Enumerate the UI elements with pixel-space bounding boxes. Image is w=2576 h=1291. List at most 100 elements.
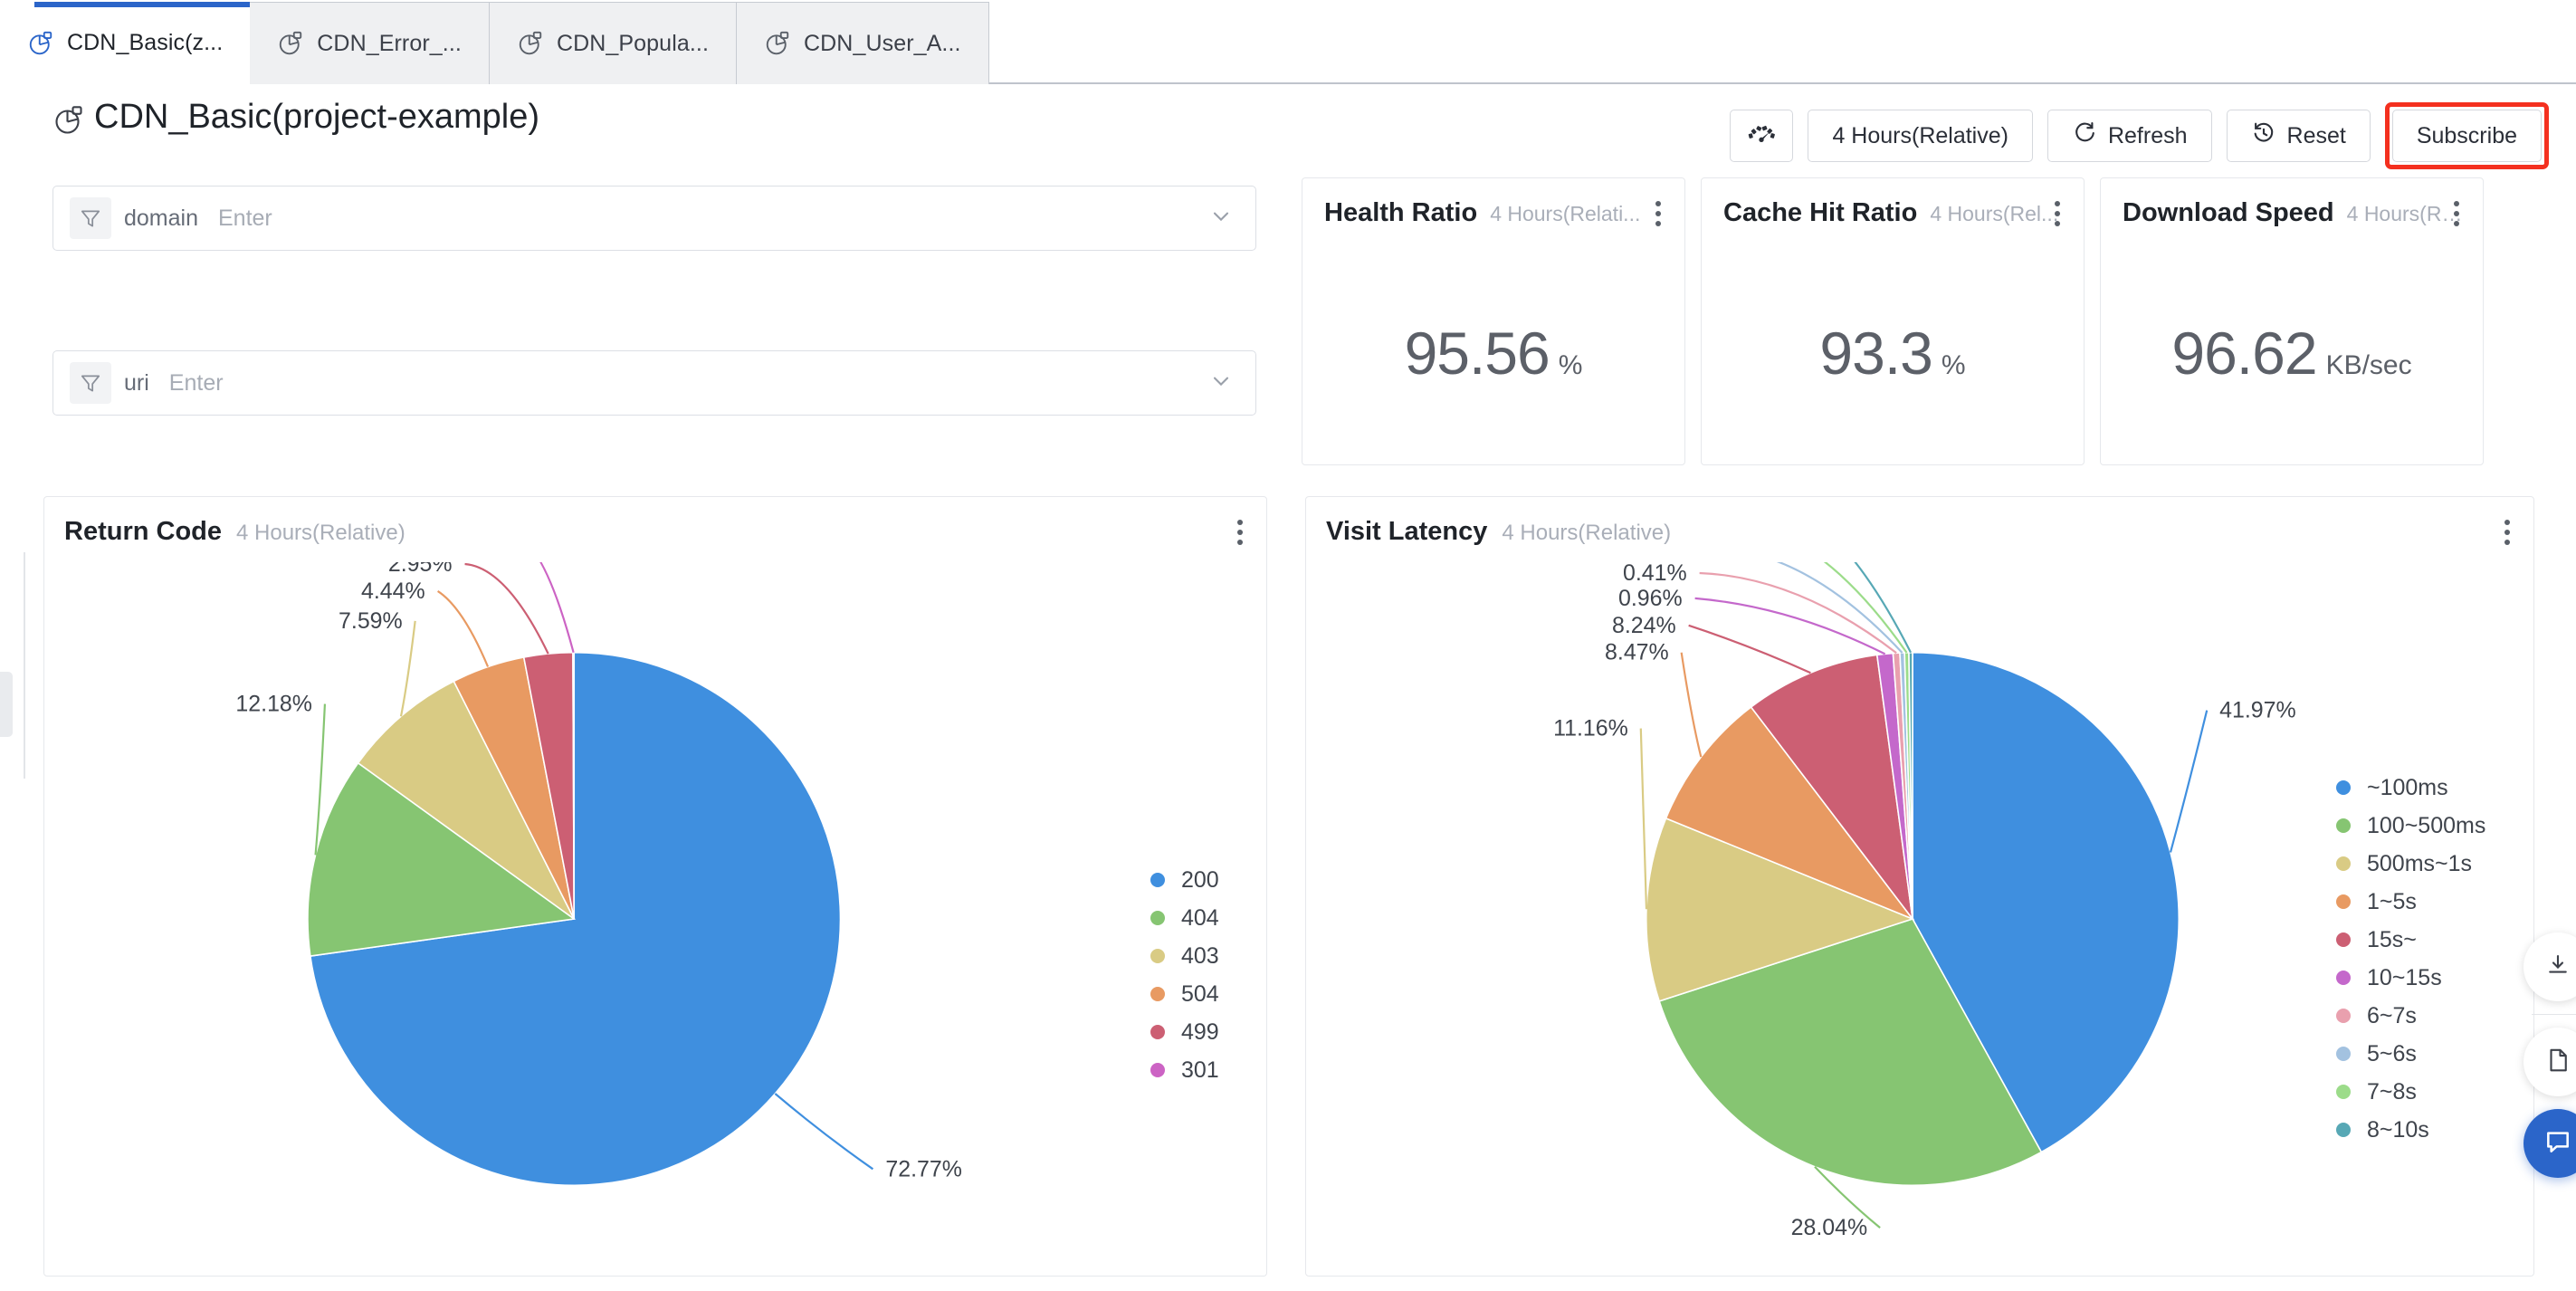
- kebab-menu-icon[interactable]: [1646, 196, 1670, 231]
- legend-item-visit-latency[interactable]: 7~8s: [2336, 1073, 2485, 1111]
- tab-label: CDN_Popula...: [556, 30, 709, 56]
- metric-unit: %: [1558, 350, 1583, 380]
- chart-time-range: 4 Hours(Relative): [236, 521, 405, 545]
- legend-item-visit-latency[interactable]: 10~15s: [2336, 959, 2485, 997]
- tab-cdn-error[interactable]: CDN_Error_...: [250, 2, 490, 84]
- legend-item-visit-latency[interactable]: 15s~: [2336, 921, 2485, 959]
- chat-support-button[interactable]: [2524, 1109, 2576, 1178]
- legend-item-visit-latency[interactable]: 5~6s: [2336, 1035, 2485, 1073]
- chevron-down-icon[interactable]: [1208, 204, 1234, 234]
- tab-label: CDN_Basic(z...: [67, 30, 224, 55]
- pie-slice-label: 41.97%: [2219, 698, 2296, 723]
- chat-support-icon: [2543, 1127, 2572, 1161]
- metric-card-cache-hit-ratio: Cache Hit Ratio 4 Hours(Rel... 93.3 %: [1701, 177, 2085, 465]
- legend-label: 404: [1181, 904, 1219, 931]
- legend-label: 499: [1181, 1018, 1219, 1045]
- pie-leader-line: [399, 620, 416, 717]
- legend-label: 504: [1181, 980, 1219, 1007]
- pie-slice-label: 12.18%: [235, 692, 312, 717]
- filter-uri[interactable]: uri Enter: [52, 350, 1256, 416]
- kebab-menu-icon[interactable]: [2445, 196, 2468, 231]
- pie-slice-label: 72.77%: [885, 1156, 962, 1181]
- legend-color-swatch: [2336, 1047, 2351, 1061]
- chevron-down-icon[interactable]: [1208, 368, 1234, 398]
- legend-item-return-code[interactable]: 404: [1150, 899, 1219, 937]
- legend-item-return-code[interactable]: 499: [1150, 1013, 1219, 1051]
- filter-domain[interactable]: domain Enter: [52, 186, 1256, 251]
- time-range-button[interactable]: 4 Hours(Relative): [1808, 110, 2033, 162]
- chart-panel-visit-latency: Visit Latency 4 Hours(Relative) 41.97% 28…: [1305, 496, 2534, 1277]
- tab-cdn-popular[interactable]: CDN_Popula...: [489, 2, 737, 84]
- metric-title: Cache Hit Ratio: [1723, 198, 1918, 227]
- pie-leader-line: [1639, 728, 1648, 910]
- metric-title: Download Speed: [2123, 198, 2334, 227]
- funnel-icon: [70, 197, 111, 239]
- chart-panel-return-code: Return Code 4 Hours(Relative) 72.77% 12.1…: [43, 496, 1267, 1277]
- tab-cdn-user-agent[interactable]: CDN_User_A...: [737, 2, 989, 84]
- legend-label: 500ms~1s: [2367, 850, 2473, 876]
- tab-cdn-basic[interactable]: CDN_Basic(z...: [0, 2, 251, 84]
- legend-item-return-code[interactable]: 403: [1150, 937, 1219, 975]
- legend-label: 7~8s: [2367, 1078, 2417, 1105]
- tab-label: CDN_Error_...: [317, 30, 462, 56]
- pie-chart-return-code[interactable]: 72.77%12.18%7.59%4.44%2.95%0.07%: [44, 562, 1266, 1276]
- pie-chart-icon: [517, 30, 544, 57]
- filter-key-label: uri: [124, 369, 149, 396]
- legend-item-visit-latency[interactable]: 1~5s: [2336, 883, 2485, 921]
- legend-item-visit-latency[interactable]: 8~10s: [2336, 1111, 2485, 1149]
- feedback-button[interactable]: [2524, 932, 2576, 1001]
- uri-input[interactable]: Enter: [169, 370, 224, 397]
- metric-card-download-speed: Download Speed 4 Hours(Rel... 96.62 KB/s…: [2100, 177, 2484, 465]
- legend-label: 8~10s: [2367, 1116, 2429, 1143]
- pie-slice-label: 0.41%: [1623, 562, 1687, 586]
- legend-label: 200: [1181, 866, 1219, 893]
- pie-chart-icon: [27, 30, 54, 57]
- legend-color-swatch: [2336, 780, 2351, 795]
- refresh-label: Refresh: [2107, 122, 2188, 148]
- document-button[interactable]: [2524, 1028, 2576, 1096]
- legend-item-visit-latency[interactable]: ~100ms: [2336, 769, 2485, 807]
- page-header: CDN_Basic(project-example) 4 Hours(Relat…: [0, 84, 2576, 175]
- legend-color-swatch: [1150, 949, 1165, 963]
- legend-label: 10~15s: [2367, 964, 2442, 990]
- refresh-button[interactable]: Refresh: [2046, 110, 2212, 162]
- chart-legend-return-code: 200 404 403 504 499 301: [1150, 861, 1219, 1089]
- metric-unit: %: [1941, 350, 1966, 380]
- pie-leader-line: [1776, 562, 1903, 654]
- chart-title: Return Code: [64, 517, 222, 546]
- metric-title: Health Ratio: [1324, 198, 1478, 227]
- metric-card-health-ratio: Health Ratio 4 Hours(Relati... 95.56 %: [1302, 177, 1685, 465]
- legend-item-return-code[interactable]: 200: [1150, 861, 1219, 899]
- kebab-menu-icon[interactable]: [2495, 515, 2519, 550]
- metric-value: 96.62: [2171, 320, 2317, 387]
- page-title: CDN_Basic(project-example): [52, 98, 539, 137]
- refresh-icon: [2072, 120, 2097, 152]
- chart-time-range: 4 Hours(Relative): [1502, 521, 1672, 545]
- chart-panel-header: Return Code 4 Hours(Relative): [64, 517, 405, 547]
- metric-time-range: 4 Hours(Rel...: [1930, 202, 2059, 225]
- legend-label: ~100ms: [2367, 774, 2448, 800]
- legend-item-visit-latency[interactable]: 100~500ms: [2336, 807, 2485, 845]
- dashboard-toolbar: 4 Hours(Relative) Refresh Reset Subscrib…: [1730, 102, 2549, 169]
- metric-value-row: 95.56 %: [1302, 319, 1684, 387]
- kebab-menu-icon[interactable]: [1228, 515, 1252, 550]
- gauge-icon: [1746, 118, 1777, 155]
- reset-button[interactable]: Reset: [2226, 110, 2371, 162]
- metric-value-row: 93.3 %: [1702, 319, 2084, 387]
- pie-leader-line: [464, 562, 549, 655]
- domain-input[interactable]: Enter: [218, 206, 272, 232]
- tab-label: CDN_User_A...: [804, 30, 961, 56]
- document-icon: [2544, 1047, 2571, 1078]
- metric-value-row: 96.62 KB/sec: [2101, 319, 2483, 387]
- sidebar-collapse-handle[interactable]: [0, 672, 13, 737]
- legend-item-return-code[interactable]: 504: [1150, 975, 1219, 1013]
- legend-label: 6~7s: [2367, 1002, 2417, 1028]
- kebab-menu-icon[interactable]: [2046, 196, 2069, 231]
- legend-item-visit-latency[interactable]: 6~7s: [2336, 997, 2485, 1035]
- gauge-button[interactable]: [1730, 110, 1794, 162]
- legend-color-swatch: [1150, 911, 1165, 925]
- legend-label: 301: [1181, 1057, 1219, 1083]
- legend-item-visit-latency[interactable]: 500ms~1s: [2336, 845, 2485, 883]
- legend-item-return-code[interactable]: 301: [1150, 1051, 1219, 1089]
- subscribe-button[interactable]: Subscribe: [2391, 110, 2542, 162]
